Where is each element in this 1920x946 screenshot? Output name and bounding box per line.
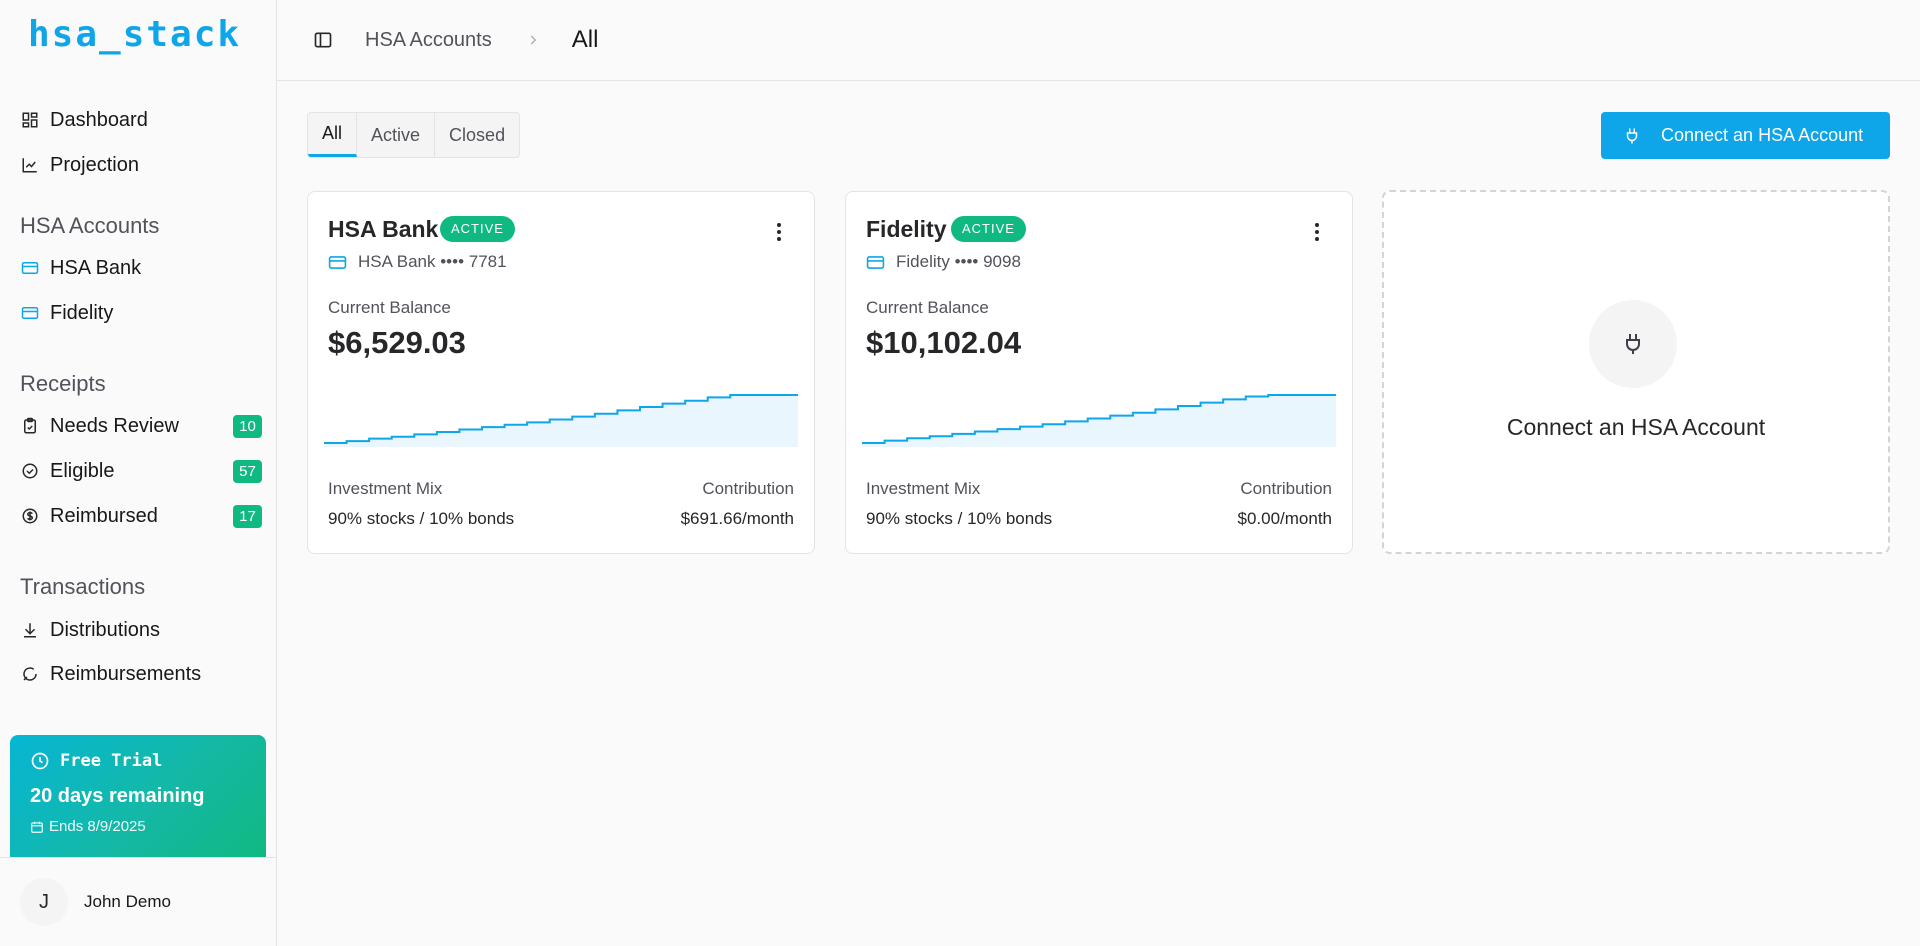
refresh-icon	[20, 664, 40, 684]
investment-mix-value: 90% stocks / 10% bonds	[328, 509, 515, 528]
dashboard-icon	[20, 110, 40, 130]
more-options-icon[interactable]	[776, 222, 782, 242]
credit-card-icon	[20, 258, 40, 278]
contribution-label: Contribution	[1240, 479, 1332, 498]
contribution-value: $0.00/month	[1237, 509, 1332, 528]
account-number: Fidelity •••• 9098	[896, 252, 1021, 271]
calendar-icon	[31, 821, 43, 833]
connect-hsa-account-button[interactable]: Connect an HSA Account	[1601, 112, 1890, 159]
sidebar-item-needs-review[interactable]: Needs Review 10	[20, 410, 262, 442]
status-badge: ACTIVE	[951, 216, 1026, 242]
check-circle-icon	[20, 461, 40, 481]
user-profile[interactable]: J John Demo	[0, 857, 276, 946]
filter-tabs: All Active Closed	[307, 112, 521, 158]
chart-line-icon	[20, 155, 40, 175]
account-number: HSA Bank •••• 7781	[358, 252, 507, 271]
sidebar-item-label: Needs Review	[50, 414, 179, 437]
sidebar-item-label: Dashboard	[50, 108, 148, 131]
tab-closed[interactable]: Closed	[435, 113, 519, 157]
section-label-hsa-accounts: HSA Accounts	[20, 213, 160, 238]
free-trial-banner[interactable]: Free Trial 20 days remaining Ends 8/9/20…	[10, 735, 266, 857]
connect-card-label: Connect an HSA Account	[1506, 414, 1766, 440]
tab-active[interactable]: Active	[357, 113, 436, 157]
sidebar-toggle-button[interactable]	[311, 28, 335, 52]
plug-icon	[1626, 334, 1640, 354]
sidebar-item-label: HSA Bank	[50, 256, 142, 279]
current-balance: $6,529.03	[328, 325, 466, 360]
count-badge: 17	[233, 505, 262, 528]
sidebar-item-label: Reimbursed	[50, 504, 158, 527]
account-name: Fidelity	[866, 216, 947, 242]
top-header: HSA Accounts All	[277, 0, 1920, 81]
sidebar-item-label: Fidelity	[50, 301, 114, 324]
sidebar-item-label: Projection	[50, 153, 139, 176]
balance-sparkline	[324, 394, 798, 447]
connect-button-label: Connect an HSA Account	[1661, 125, 1864, 145]
breadcrumb-hsa-accounts[interactable]: HSA Accounts	[365, 29, 492, 52]
sidebar-item-fidelity[interactable]: Fidelity	[20, 297, 262, 329]
contribution-value: $691.66/month	[680, 509, 794, 528]
sidebar-item-label: Reimbursements	[50, 662, 202, 685]
trial-title: Free Trial	[60, 751, 163, 771]
sidebar-item-hsa-bank[interactable]: HSA Bank	[20, 252, 262, 284]
account-name: HSA Bank	[328, 216, 439, 242]
investment-mix-label: Investment Mix	[866, 479, 981, 498]
balance-label: Current Balance	[866, 298, 989, 317]
trial-days-remaining: 20 days remaining	[30, 785, 205, 807]
page-title: All	[571, 26, 599, 53]
more-options-icon[interactable]	[1314, 222, 1320, 242]
user-name: John Demo	[84, 892, 171, 911]
clipboard-check-icon	[20, 416, 40, 436]
app-logo[interactable]: hsa_stack	[28, 14, 241, 55]
balance-sparkline	[862, 394, 1336, 447]
count-badge: 10	[233, 415, 262, 438]
contribution-label: Contribution	[702, 479, 794, 498]
plug-icon-circle	[1589, 300, 1677, 388]
sidebar-item-reimbursements[interactable]: Reimbursements	[20, 658, 262, 690]
sidebar-item-label: Distributions	[50, 618, 161, 641]
section-label-receipts: Receipts	[20, 371, 106, 396]
sidebar-item-projection[interactable]: Projection	[20, 149, 262, 181]
download-icon	[20, 620, 40, 640]
sidebar-item-reimbursed[interactable]: Reimbursed 17	[20, 500, 262, 532]
count-badge: 57	[233, 460, 262, 483]
chevron-right-icon	[526, 32, 542, 48]
current-balance: $10,102.04	[866, 325, 1022, 360]
investment-mix-value: 90% stocks / 10% bonds	[866, 509, 1053, 528]
sparkline-area	[324, 395, 798, 447]
credit-card-icon	[20, 303, 40, 323]
credit-card-icon	[866, 255, 885, 269]
sidebar-item-eligible[interactable]: Eligible 57	[20, 455, 262, 487]
sidebar-item-label: Eligible	[50, 459, 115, 482]
account-card-hsa-bank[interactable]: HSA Bank ACTIVE HSA Bank •••• 7781 Curre…	[307, 191, 815, 554]
trial-end-date: Ends 8/9/2025	[49, 818, 146, 835]
plug-icon	[1626, 128, 1638, 143]
section-label-transactions: Transactions	[20, 574, 146, 599]
clock-icon	[31, 752, 49, 770]
tab-all[interactable]: All	[308, 113, 358, 157]
avatar: J	[20, 878, 68, 926]
sparkline-area	[862, 395, 1336, 447]
investment-mix-label: Investment Mix	[328, 479, 443, 498]
sidebar-toggle-icon	[314, 32, 332, 48]
credit-card-icon	[328, 255, 347, 269]
status-badge: ACTIVE	[440, 216, 515, 242]
balance-label: Current Balance	[328, 298, 451, 317]
account-card-fidelity[interactable]: Fidelity ACTIVE Fidelity •••• 9098 Curre…	[845, 191, 1353, 554]
sidebar-item-dashboard[interactable]: Dashboard	[20, 104, 262, 136]
connect-hsa-account-card[interactable]: Connect an HSA Account	[1382, 190, 1890, 554]
dollar-circle-icon	[20, 506, 40, 526]
sidebar: hsa_stack Dashboard Projection HSA Accou…	[0, 0, 277, 946]
sidebar-item-distributions[interactable]: Distributions	[20, 614, 262, 646]
